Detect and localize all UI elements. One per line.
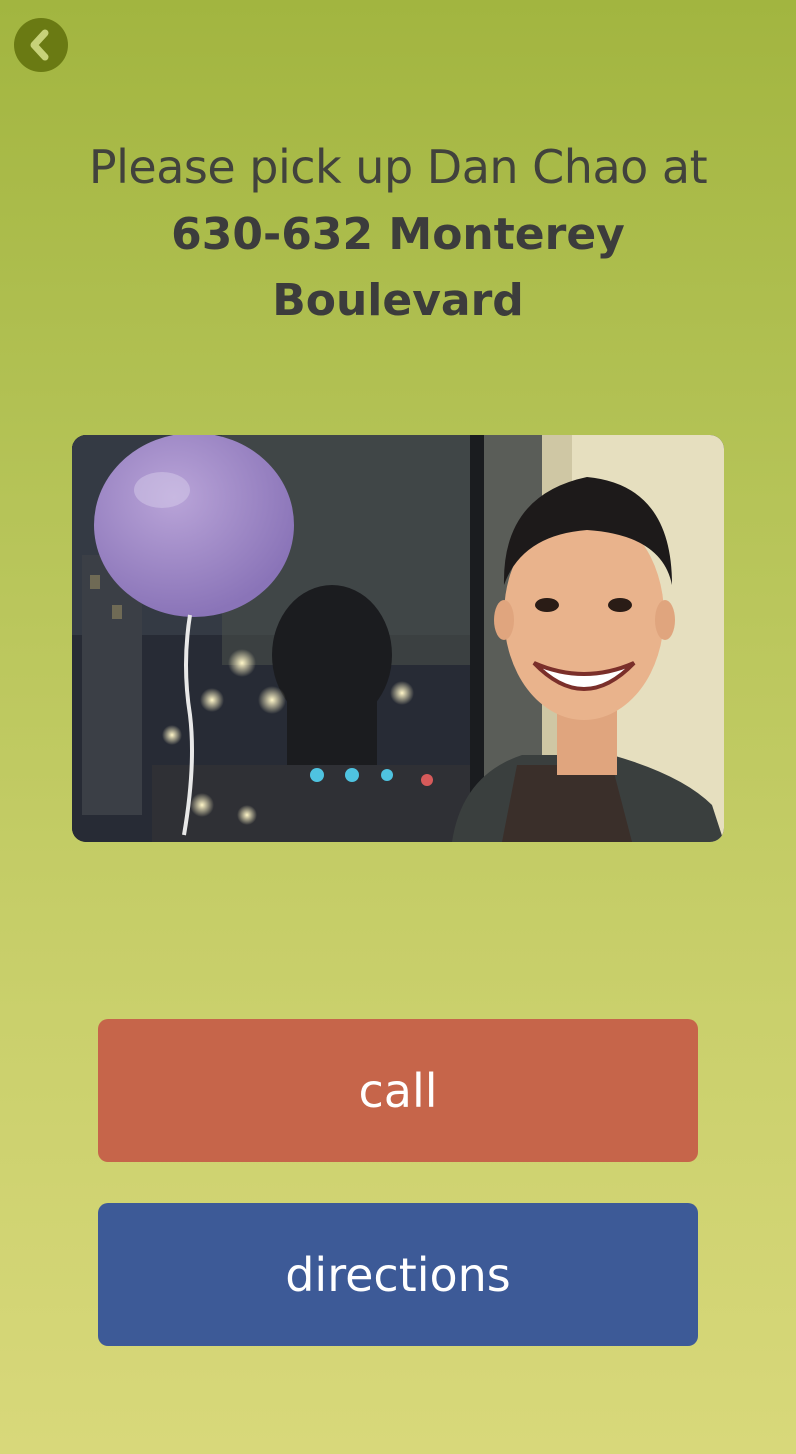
directions-button[interactable]: directions [98,1203,698,1346]
pickup-address: 630-632 Monterey Boulevard [171,209,625,326]
pickup-message: Please pick up Dan Chao at 630-632 Monte… [0,138,796,334]
call-button-label: call [358,1063,438,1118]
passenger-photo [72,435,724,842]
directions-button-label: directions [285,1247,511,1302]
chevron-left-icon [14,18,68,72]
pickup-lead-text: Please pick up Dan Chao at [88,140,708,194]
back-button[interactable] [14,18,68,72]
call-button[interactable]: call [98,1019,698,1162]
